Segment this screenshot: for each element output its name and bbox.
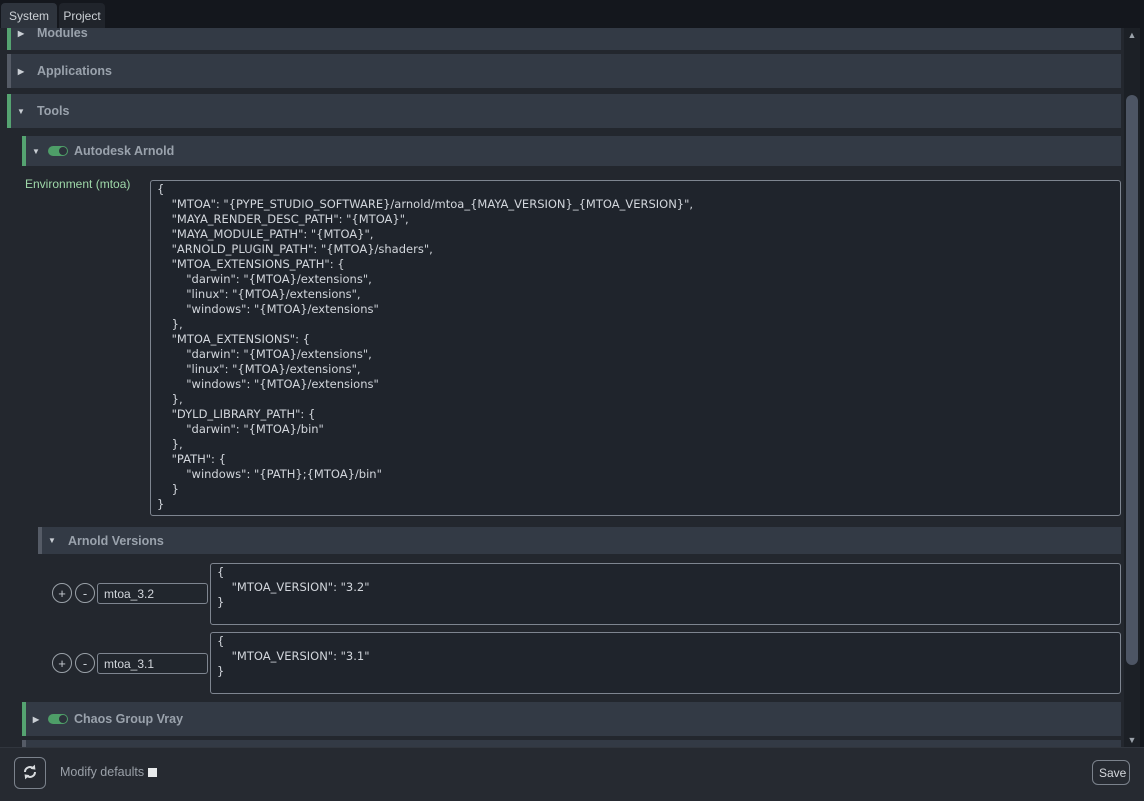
chevron-right-icon: ▶ (11, 67, 31, 76)
environment-label: Environment (mtoa) (25, 177, 130, 191)
add-version-button[interactable]: + (52, 583, 72, 603)
save-button[interactable]: Save (1092, 760, 1130, 785)
section-label: Modules (37, 28, 88, 40)
section-label: Autodesk Arnold (74, 144, 174, 158)
modify-defaults-checkbox[interactable] (148, 768, 157, 777)
section-header-applications[interactable]: ▶ Applications (7, 54, 1121, 88)
remove-version-button[interactable]: - (75, 653, 95, 673)
section-header-autodesk-arnold[interactable]: ▼ Autodesk Arnold (22, 136, 1121, 166)
section-header-chaos-group-vray[interactable]: ▶ Chaos Group Vray (22, 702, 1121, 736)
chevron-right-icon: ▶ (26, 715, 46, 724)
add-version-button[interactable]: + (52, 653, 72, 673)
tab-system[interactable]: System (1, 3, 57, 28)
scrollbar-up-arrow-icon[interactable]: ▲ (1124, 28, 1140, 42)
section-header-arnold-versions[interactable]: ▼ Arnold Versions (38, 527, 1121, 554)
refresh-icon (21, 763, 39, 784)
environment-json-textarea[interactable]: { "MTOA": "{PYPE_STUDIO_SOFTWARE}/arnold… (150, 180, 1121, 516)
section-label: Chaos Group Vray (74, 712, 183, 726)
footer-bar: Modify defaults Save (0, 747, 1144, 801)
window-edge (1140, 28, 1144, 747)
enabled-toggle[interactable] (48, 146, 68, 156)
settings-scroll-area: ▶ Modules ▶ Applications ▼ Tools ▼ Autod… (0, 28, 1124, 747)
tab-bar: System Project (0, 0, 1144, 28)
section-header-modules[interactable]: ▶ Modules (7, 28, 1121, 50)
tab-project[interactable]: Project (59, 3, 105, 28)
section-header-partial (22, 740, 1121, 747)
refresh-button[interactable] (14, 757, 46, 789)
remove-version-button[interactable]: - (75, 583, 95, 603)
chevron-right-icon: ▶ (11, 29, 31, 38)
chevron-down-icon: ▼ (26, 147, 46, 156)
section-label: Applications (37, 64, 112, 78)
scrollbar-down-arrow-icon[interactable]: ▼ (1124, 733, 1140, 747)
section-header-tools[interactable]: ▼ Tools (7, 94, 1121, 128)
chevron-down-icon: ▼ (11, 107, 31, 116)
enabled-toggle[interactable] (48, 714, 68, 724)
section-label: Arnold Versions (68, 534, 164, 548)
version-name-input[interactable] (97, 653, 208, 674)
version-name-input[interactable] (97, 583, 208, 604)
scrollbar-thumb[interactable] (1126, 95, 1138, 665)
section-label: Tools (37, 104, 69, 118)
version-json-textarea[interactable]: { "MTOA_VERSION": "3.1" } (210, 632, 1121, 694)
modify-defaults-label: Modify defaults (60, 765, 144, 779)
settings-window: System Project ▶ Modules ▶ Applications … (0, 0, 1144, 801)
version-json-textarea[interactable]: { "MTOA_VERSION": "3.2" } (210, 563, 1121, 625)
chevron-down-icon: ▼ (42, 536, 62, 545)
vertical-scrollbar[interactable]: ▲ ▼ (1124, 28, 1140, 747)
